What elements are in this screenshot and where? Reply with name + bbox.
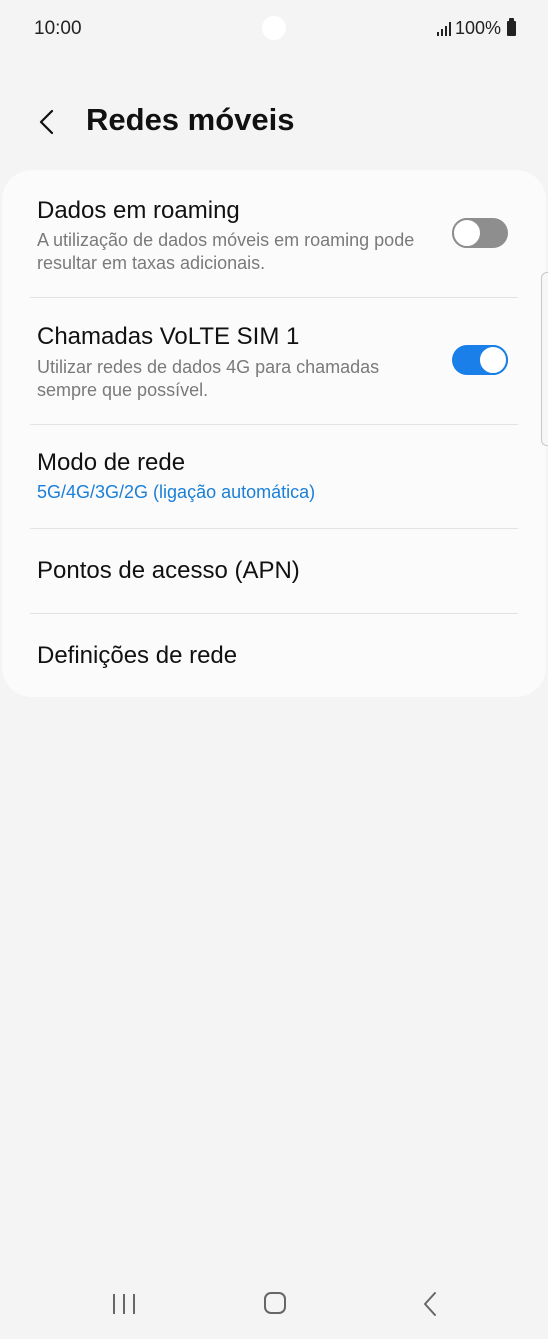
volte-subtitle: Utilizar redes de dados 4G para chamadas… [37, 357, 380, 400]
volte-toggle[interactable] [452, 345, 508, 375]
signal-icon [436, 21, 451, 36]
network-mode-setting[interactable]: Modo de rede 5G/4G/3G/2G (ligação automá… [2, 425, 546, 529]
network-settings-title: Definições de rede [37, 642, 238, 669]
page-title: Redes móveis [86, 102, 295, 137]
volte-title: Chamadas VoLTE SIM 1 [37, 323, 300, 350]
network-settings-setting[interactable]: Definições de rede [2, 614, 546, 697]
apn-setting[interactable]: Pontos de acesso (APN) [2, 529, 546, 613]
network-mode-value: 5G/4G/3G/2G (ligação automática) [37, 482, 316, 502]
volte-setting[interactable]: Chamadas VoLTE SIM 1 Utilizar redes de d… [2, 298, 546, 424]
roaming-subtitle: A utilização de dados móveis em roaming … [37, 230, 415, 273]
nav-back-icon[interactable] [420, 1290, 440, 1318]
battery-icon [507, 18, 516, 36]
back-arrow-icon[interactable] [34, 108, 62, 136]
apn-title: Pontos de acesso (APN) [37, 557, 300, 584]
battery-percent: 100% [454, 18, 501, 38]
roaming-toggle[interactable] [452, 218, 508, 248]
nav-recent-icon[interactable] [113, 1294, 135, 1314]
toggle-knob [452, 218, 482, 248]
scroll-handle[interactable] [541, 272, 548, 446]
app-header: Redes móveis [0, 90, 548, 154]
settings-card: Dados em roaming A utilização de dados m… [2, 170, 546, 697]
roaming-title: Dados em roaming [37, 197, 240, 224]
toggle-knob [478, 345, 508, 375]
camera-cutout [262, 16, 286, 40]
network-mode-title: Modo de rede [37, 449, 186, 476]
status-time: 10:00 [34, 18, 82, 39]
nav-home-icon[interactable] [264, 1292, 286, 1314]
status-bar: 10:00 100% [0, 0, 548, 60]
navigation-bar [0, 1270, 548, 1339]
status-indicators: 100% [436, 18, 516, 39]
roaming-setting[interactable]: Dados em roaming A utilização de dados m… [2, 170, 546, 297]
